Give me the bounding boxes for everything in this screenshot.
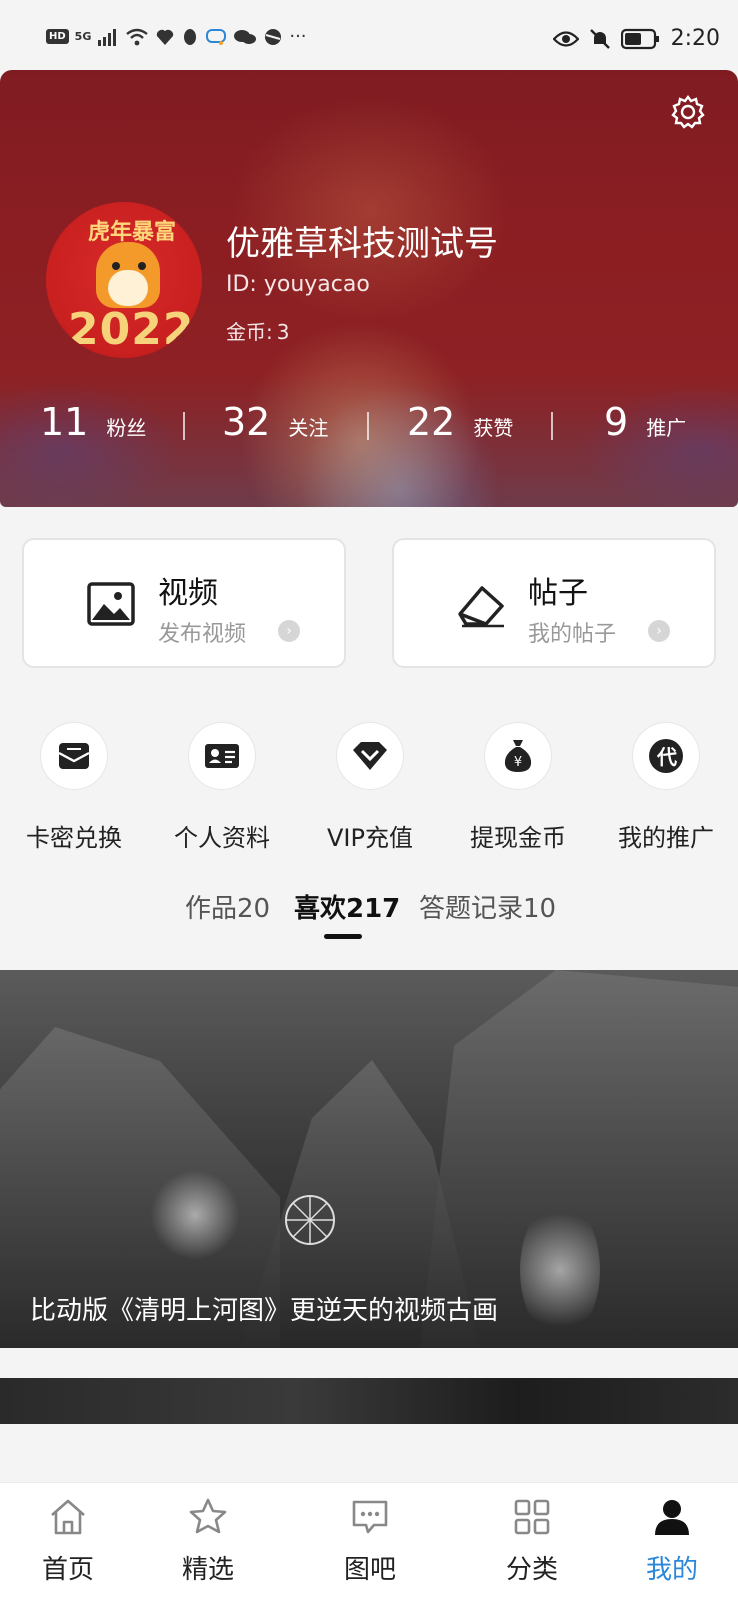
money-bag-icon: ¥ [484,722,552,790]
status-left: HD 5G ··· [46,26,307,47]
tiger-belly [108,270,148,306]
chat-bubble-status-icon [206,28,227,45]
chat-bubble-icon [350,1497,390,1537]
active-tab-indicator [324,934,362,939]
feed-video-thumbnail-next[interactable] [0,1378,738,1424]
tiger-eye-right [138,262,146,270]
thumbnail-light [150,1170,240,1260]
card-title: 帖子 [528,576,588,611]
coins-label: 金币: [226,320,273,344]
envelope-icon [40,722,108,790]
browser-globe-icon [265,28,282,45]
settings-button[interactable] [668,92,708,132]
signal-icon: 5G [74,30,92,43]
hd-badge: HD [46,29,69,44]
tab-likes[interactable]: 喜欢217 [294,888,400,925]
dai-badge-glyph: 代 [657,745,677,769]
image-icon [86,580,136,628]
ferris-wheel-icon [285,1195,335,1245]
stat-likes[interactable]: 22 获赞 [407,400,513,444]
status-bar: HD 5G ··· 2:20 [0,0,738,72]
quick-action-label: 我的推广 [618,824,714,852]
chevron-right-icon: › [648,620,670,642]
feed-video-title[interactable]: 比动版《清明上河图》更逆天的视频古画 [30,1290,498,1327]
heart-pulse-icon [157,29,174,45]
qq-penguin-icon [184,28,197,45]
quick-action-promotion[interactable]: 代 我的推广 [592,722,738,852]
stat-label: 粉丝 [106,416,147,440]
stat-divider [367,412,369,440]
content-tabs: 作品20 喜欢217 答题记录10 [0,888,738,939]
stat-value: 9 [604,400,629,444]
stat-value: 32 [222,400,271,444]
more-notifications-icon: ··· [289,26,307,47]
bell-muted-icon [589,28,610,49]
stats-row: 11 粉丝 32 关注 22 获赞 9 推广 [0,400,738,450]
user-id: ID: youyacao [226,272,370,297]
wifi-icon [126,28,149,45]
diamond-icon [336,722,404,790]
card-subtitle: 我的帖子 [528,622,617,647]
nav-categories[interactable]: 分类 [482,1497,582,1593]
coins-value: 3 [276,320,290,344]
username: 优雅草科技测试号 [226,224,498,264]
clock-time: 2:20 [670,26,720,51]
stat-divider [183,412,185,440]
star-icon [188,1497,228,1537]
nav-home[interactable]: 首页 [18,1497,118,1593]
video-card-button[interactable]: 视频 发布视频 › [22,538,346,668]
gear-icon [671,95,705,129]
quick-action-redeem[interactable]: 卡密兑换 [0,722,148,852]
quick-action-label: VIP充值 [327,824,413,852]
tiger-eye-left [112,262,120,270]
status-right: 2:20 [552,26,720,51]
id-card-icon [188,722,256,790]
nav-featured[interactable]: 精选 [158,1497,258,1593]
card-subtitle: 发布视频 [158,622,247,647]
nav-label: 图吧 [343,1555,396,1585]
profile-header: 虎年暴富 2022 优雅草科技测试号 ID: youyacao 金币: 3 11 … [0,70,738,507]
stat-following[interactable]: 32 关注 [222,400,328,444]
eraser-edit-icon [456,580,506,628]
stat-divider [551,412,553,440]
chevron-right-icon: › [278,620,300,642]
thumbnail-light [520,1200,600,1340]
post-card-button[interactable]: 帖子 我的帖子 › [392,538,716,668]
bottom-navigation: 首页 精选 图吧 分类 我的 [0,1482,738,1600]
stat-label: 获赞 [473,416,514,440]
tab-quiz-records[interactable]: 答题记录10 [419,888,556,925]
tab-works[interactable]: 作品20 [185,888,270,925]
stat-value: 11 [40,400,89,444]
stat-label: 推广 [646,416,687,440]
nav-forum[interactable]: 图吧 [320,1497,420,1593]
card-title: 视频 [158,576,218,611]
stat-value: 22 [407,400,456,444]
nav-label: 首页 [41,1555,94,1585]
quick-action-label: 提现金币 [470,824,566,852]
battery-icon [620,28,659,49]
wechat-icon [234,29,257,44]
nav-me[interactable]: 我的 [622,1497,722,1593]
stat-fans[interactable]: 11 粉丝 [40,400,146,444]
stat-promotion[interactable]: 9 推广 [604,400,686,444]
signal-bars-icon [98,28,117,46]
quick-action-withdraw[interactable]: ¥ 提现金币 [444,722,592,852]
grid-icon [512,1497,552,1537]
stat-label: 关注 [288,416,329,440]
avatar[interactable]: 虎年暴富 2022 [46,202,202,358]
eye-icon [552,30,579,47]
quick-action-profile[interactable]: 个人资料 [148,722,296,852]
nav-label: 我的 [645,1555,698,1585]
svg-text:¥: ¥ [514,755,522,770]
quick-action-vip[interactable]: VIP充值 [296,722,444,852]
nav-label: 分类 [505,1555,558,1585]
quick-action-label: 卡密兑换 [26,824,122,852]
dai-badge-icon: 代 [632,722,700,790]
home-icon [48,1497,88,1537]
nav-label: 精选 [181,1555,234,1585]
avatar-year-text: 2022 [68,304,195,355]
quick-action-label: 个人资料 [174,824,270,852]
user-icon [652,1497,692,1537]
coin-balance: 金币: 3 [226,316,289,345]
